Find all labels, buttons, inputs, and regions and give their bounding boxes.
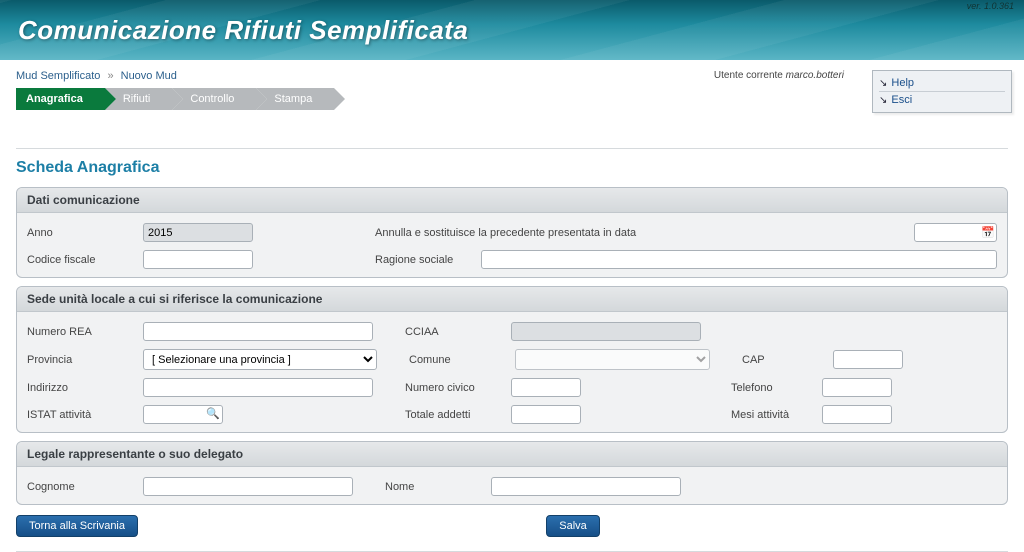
panel-header-dati: Dati comunicazione xyxy=(17,188,1007,213)
breadcrumb-current[interactable]: Nuovo Mud xyxy=(121,70,177,82)
numero-civico-label: Numero civico xyxy=(405,382,505,394)
breadcrumb: Mud Semplificato » Nuovo Mud xyxy=(16,70,1008,82)
anno-field xyxy=(143,223,253,242)
istat-search-wrap: 🔍 xyxy=(143,405,223,424)
indirizzo-field[interactable] xyxy=(143,378,373,397)
version-label: ver. 1.0.361 xyxy=(967,2,1014,12)
arrow-icon: ↘ xyxy=(879,95,887,106)
page-title: Scheda Anagrafica xyxy=(16,159,1008,177)
breadcrumb-root[interactable]: Mud Semplificato xyxy=(16,70,100,82)
cciaa-field xyxy=(511,322,701,341)
current-user: Utente corrente marco.botteri xyxy=(714,70,844,81)
numero-rea-field[interactable] xyxy=(143,322,373,341)
numero-rea-label: Numero REA xyxy=(27,326,137,338)
panel-legale-rappresentante: Legale rappresentante o suo delegato Cog… xyxy=(16,441,1008,505)
panel-header-legale: Legale rappresentante o suo delegato xyxy=(17,442,1007,467)
mesi-attivita-field[interactable] xyxy=(822,405,892,424)
wizard-step-controllo[interactable]: Controllo xyxy=(172,88,256,110)
totale-addetti-label: Totale addetti xyxy=(405,409,505,421)
totale-addetti-field[interactable] xyxy=(511,405,581,424)
button-row: Torna alla Scrivania Salva xyxy=(16,515,1008,537)
cciaa-label: CCIAA xyxy=(405,326,505,338)
help-link-row: ↘ Help xyxy=(879,75,1005,92)
ragione-sociale-field[interactable] xyxy=(481,250,997,269)
panel-header-sede: Sede unità locale a cui si riferisce la … xyxy=(17,287,1007,312)
annulla-date-field[interactable]: 📅 xyxy=(914,223,997,242)
calendar-icon[interactable]: 📅 xyxy=(980,224,996,241)
help-link[interactable]: Help xyxy=(891,77,914,89)
arrow-icon: ↘ xyxy=(879,78,887,89)
cognome-label: Cognome xyxy=(27,481,137,493)
back-button[interactable]: Torna alla Scrivania xyxy=(16,515,138,537)
app-header: Comunicazione Rifiuti Semplificata ver. … xyxy=(0,0,1024,60)
numero-civico-field[interactable] xyxy=(511,378,581,397)
panel-sede-unita: Sede unità locale a cui si riferisce la … xyxy=(16,286,1008,433)
annulla-label: Annulla e sostituisce la precedente pres… xyxy=(375,227,636,239)
app-title: Comunicazione Rifiuti Semplificata xyxy=(18,15,468,46)
mesi-attivita-label: Mesi attività xyxy=(731,409,816,421)
cognome-field[interactable] xyxy=(143,477,353,496)
comune-label: Comune xyxy=(409,354,509,366)
search-icon[interactable]: 🔍 xyxy=(206,407,220,420)
comune-select[interactable] xyxy=(515,349,710,370)
anno-label: Anno xyxy=(27,227,137,239)
exit-link-row: ↘ Esci xyxy=(879,92,1005,108)
current-user-name: marco.botteri xyxy=(786,70,844,81)
side-links-box: ↘ Help ↘ Esci xyxy=(872,70,1012,113)
save-button[interactable]: Salva xyxy=(546,515,600,537)
cap-field[interactable] xyxy=(833,350,903,369)
divider xyxy=(16,148,1008,149)
codice-fiscale-field[interactable] xyxy=(143,250,253,269)
current-user-label: Utente corrente xyxy=(714,70,783,81)
wizard-step-stampa[interactable]: Stampa xyxy=(256,88,334,110)
provincia-select[interactable]: [ Selezionare una provincia ] xyxy=(143,349,377,370)
telefono-label: Telefono xyxy=(731,382,816,394)
topbar: Mud Semplificato » Nuovo Mud Utente corr… xyxy=(0,60,1024,118)
breadcrumb-separator: » xyxy=(107,70,113,82)
ragione-sociale-label: Ragione sociale xyxy=(375,254,475,266)
wizard-steps: Anagrafica Rifiuti Controllo Stampa xyxy=(16,88,1008,110)
provincia-label: Provincia xyxy=(27,354,137,366)
cap-label: CAP xyxy=(742,354,827,366)
wizard-step-anagrafica[interactable]: Anagrafica xyxy=(16,88,105,110)
exit-link[interactable]: Esci xyxy=(891,94,912,106)
annulla-date-input[interactable] xyxy=(915,224,980,241)
panel-dati-comunicazione: Dati comunicazione Anno Annulla e sostit… xyxy=(16,187,1008,278)
istat-label: ISTAT attività xyxy=(27,409,137,421)
telefono-field[interactable] xyxy=(822,378,892,397)
nome-field[interactable] xyxy=(491,477,681,496)
codice-fiscale-label: Codice fiscale xyxy=(27,254,137,266)
nome-label: Nome xyxy=(385,481,485,493)
indirizzo-label: Indirizzo xyxy=(27,382,137,394)
